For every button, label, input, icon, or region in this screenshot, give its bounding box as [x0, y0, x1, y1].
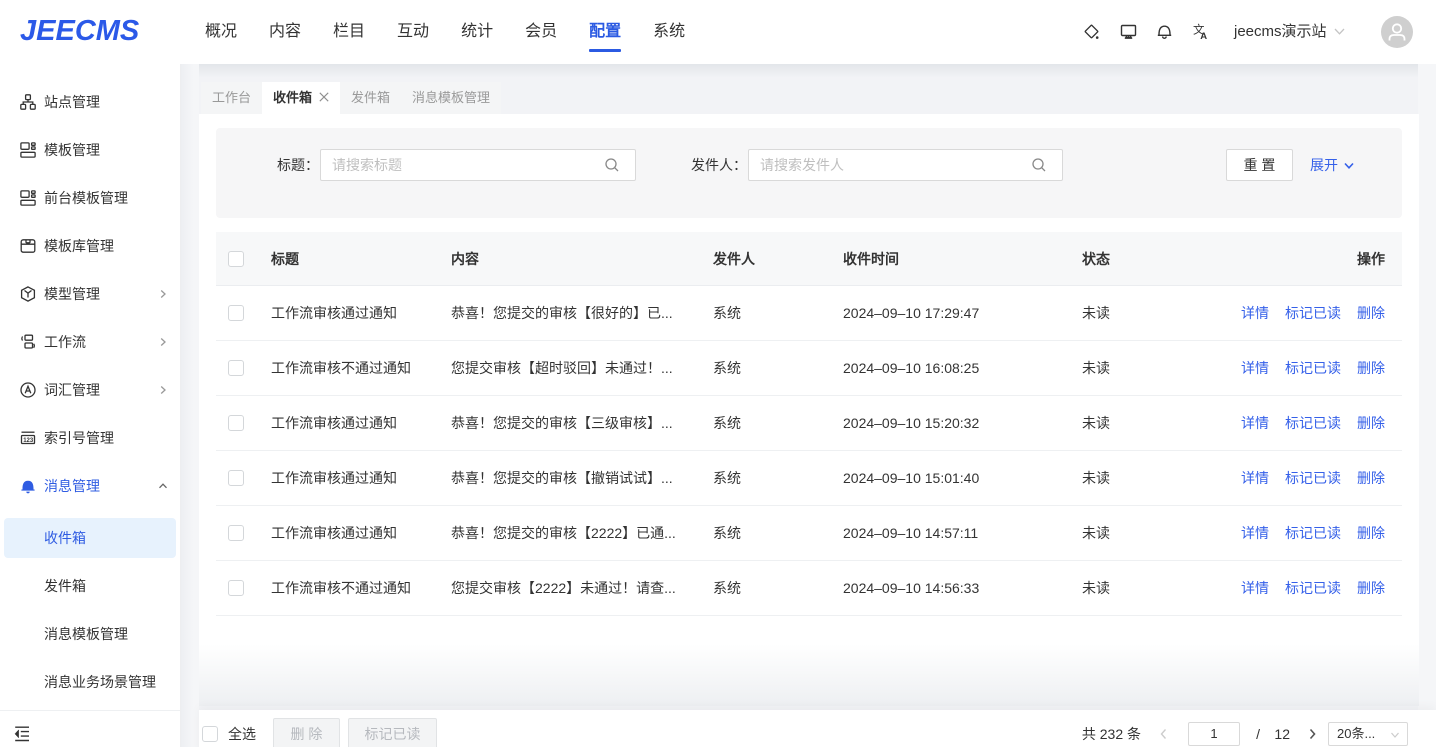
svg-text:123: 123	[23, 438, 34, 444]
svg-text:A: A	[1200, 31, 1207, 40]
